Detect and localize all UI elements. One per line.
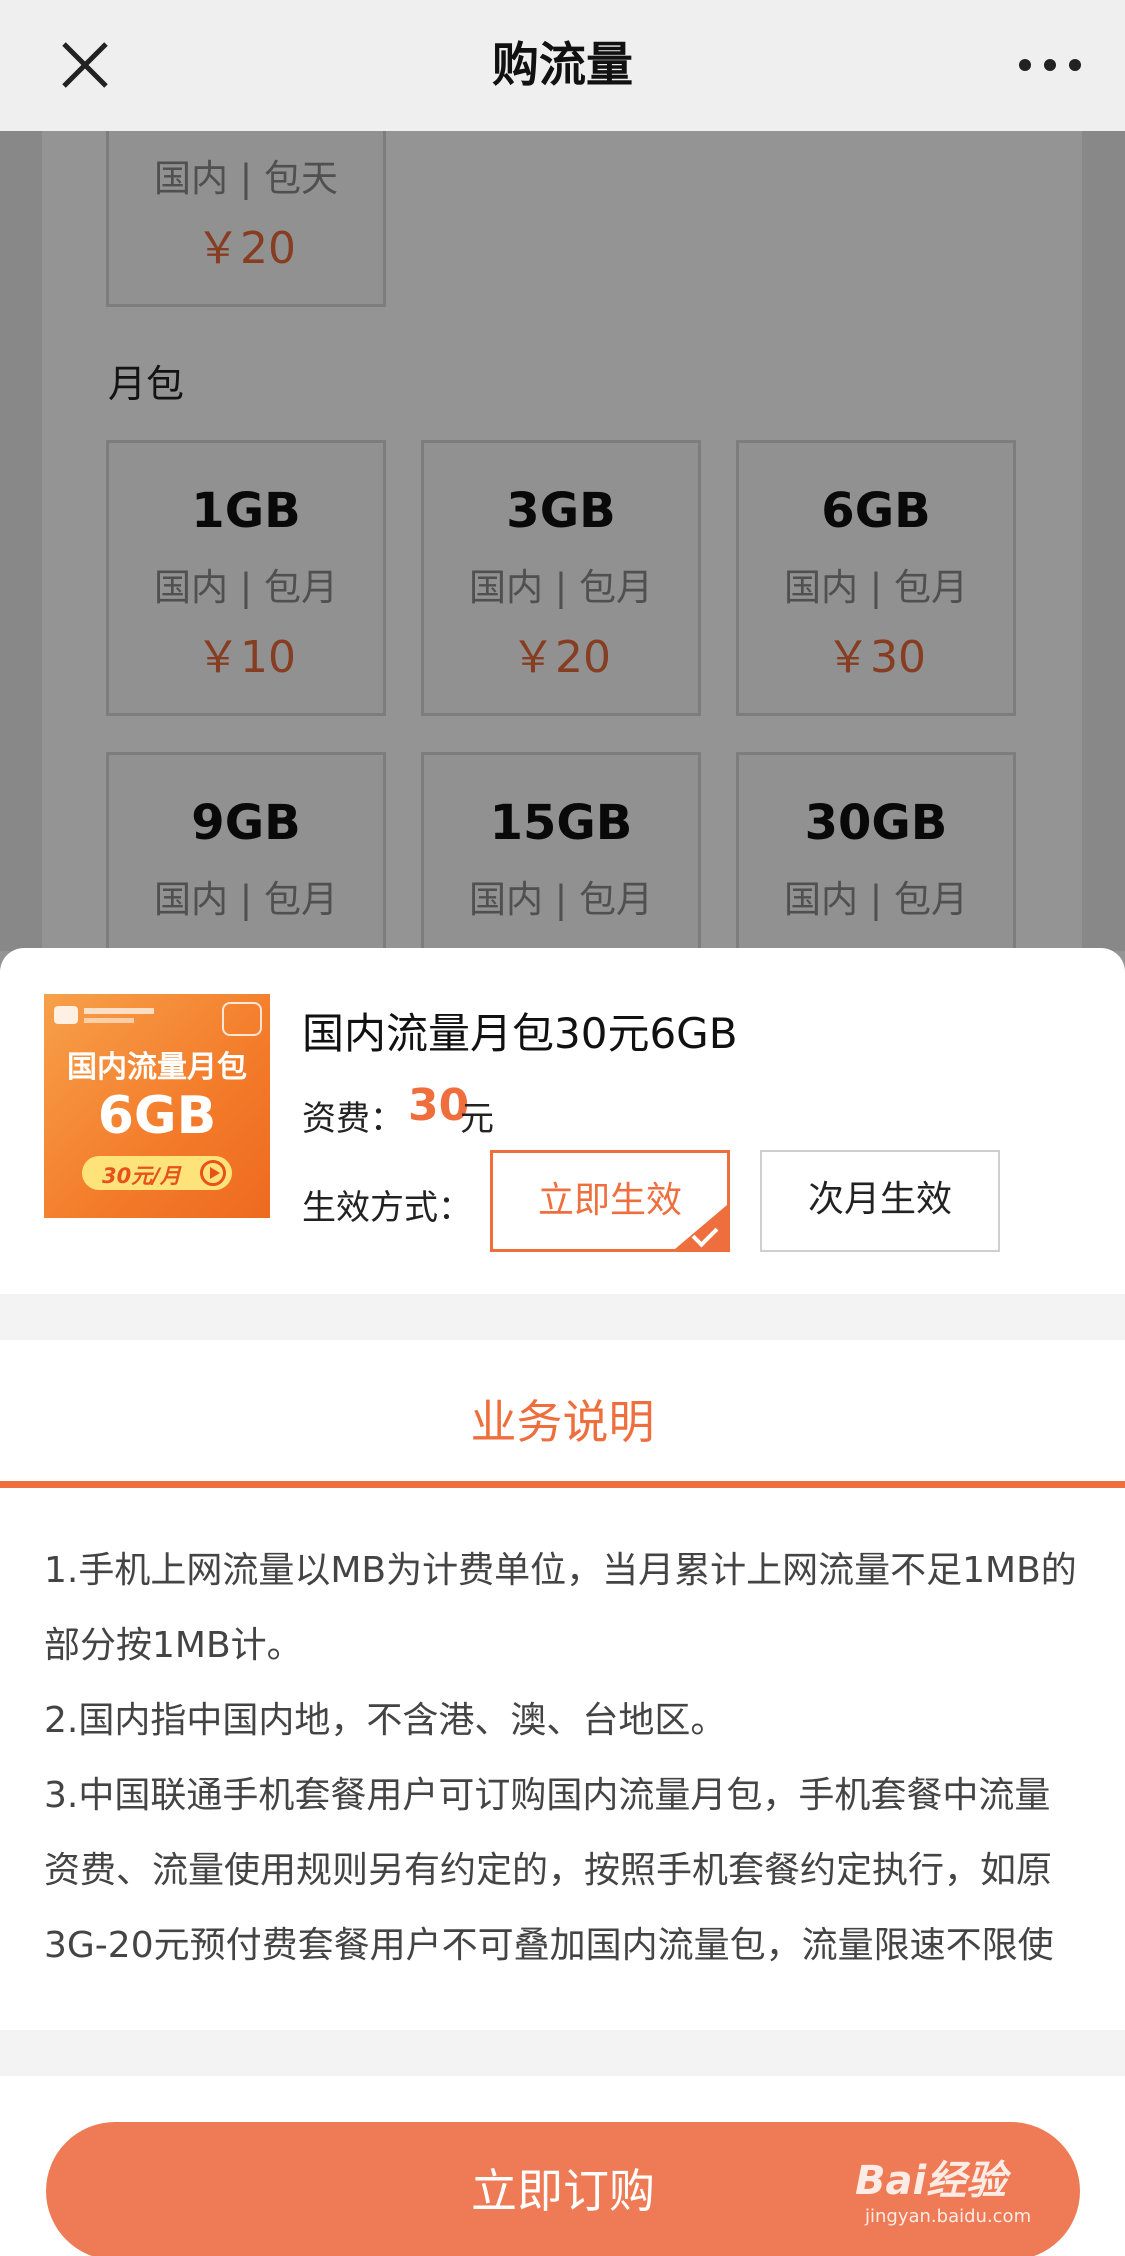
watermark-logo: Bai经验 jingyan.baidu.com [855, 2128, 1085, 2228]
option-label: 次月生效 [807, 1179, 952, 1220]
navbar: 购流量 [0, 0, 1125, 131]
divider [0, 2030, 1125, 2076]
divider [0, 1294, 1125, 1340]
page-title: 购流量 [492, 38, 633, 93]
description-item: 3.中国联通手机套餐用户可订购国内流量月包，手机套餐中流量资费、流量使用规则另有… [44, 1775, 1054, 1966]
description-item: 2.国内指中国内地，不含港、澳、台地区。 [44, 1700, 727, 1741]
more-dots-icon[interactable] [1015, 40, 1085, 90]
product-image-title: 国内流量月包 [67, 1050, 247, 1085]
logo-text-line [84, 1018, 134, 1023]
effect-immediate-button[interactable]: 立即生效 [490, 1150, 730, 1252]
play-arrow-icon [200, 1160, 226, 1186]
description-item: 1.手机上网流量以MB为计费单位，当月累计上网流量不足1MB的部分按1MB计。 [44, 1550, 1077, 1666]
unicom-logo-icon [54, 1006, 78, 1024]
product-image-price: 30元/月 [102, 1164, 181, 1188]
tab-underline [0, 1481, 1125, 1488]
description-body[interactable]: 1.手机上网流量以MB为计费单位，当月累计上网流量不足1MB的部分按1MB计。 … [44, 1533, 1084, 1973]
product-name: 国内流量月包30元6GB [302, 1009, 738, 1058]
product-image: 国内流量月包 6GB 30元/月 [44, 994, 270, 1218]
product-image-size: 6GB [97, 1086, 217, 1146]
effect-next-month-button[interactable]: 次月生效 [760, 1150, 1000, 1252]
badge-icon [222, 1002, 262, 1036]
option-label: 立即生效 [537, 1180, 682, 1221]
watermark-url: jingyan.baidu.com [865, 2206, 1032, 2227]
product-image-price-pill: 30元/月 [82, 1156, 232, 1190]
purchase-sheet: 国内流量月包 6GB 30元/月 国内流量月包30元6GB 资费： 30 元 生… [0, 948, 1125, 2256]
tab-service-description[interactable]: 业务说明 [0, 1386, 1125, 1452]
fee-unit: 元 [460, 1099, 494, 1139]
watermark-brand: Bai经验 [855, 2158, 1007, 2204]
logo-text-line [84, 1008, 154, 1014]
effect-mode-label: 生效方式： [302, 1188, 472, 1228]
fee-label: 资费： [302, 1099, 404, 1139]
